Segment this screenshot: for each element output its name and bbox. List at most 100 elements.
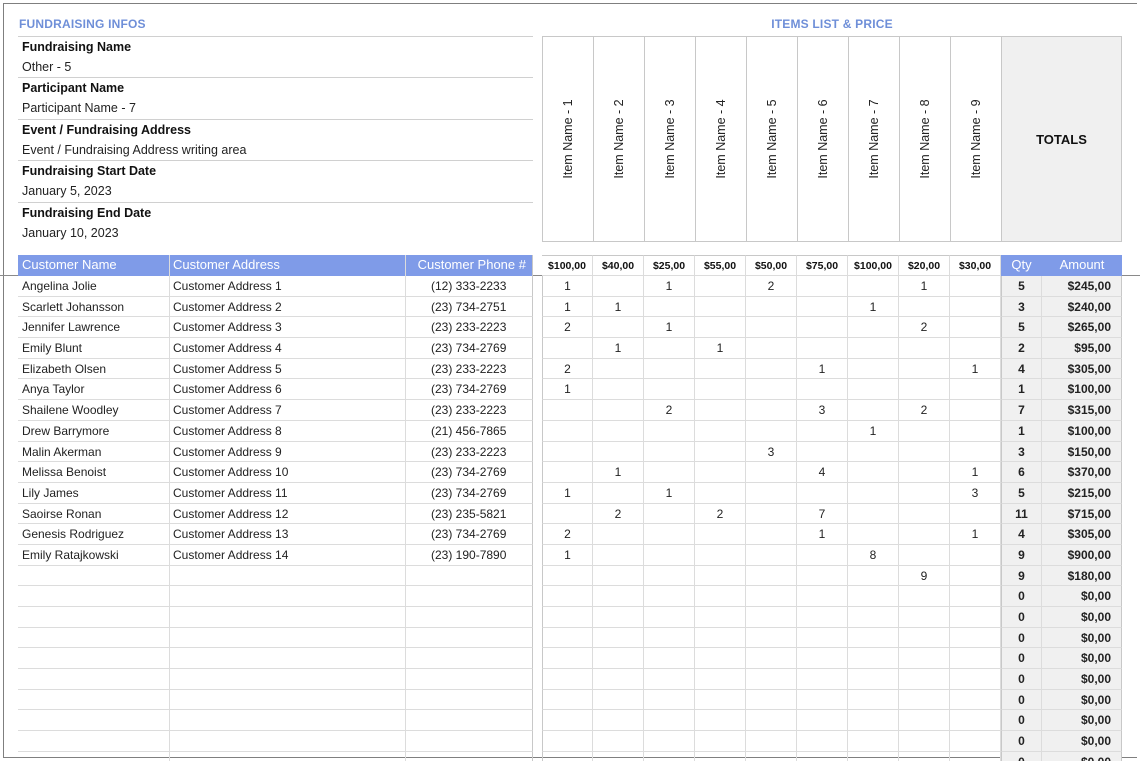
customer-phone-cell[interactable]: (23) 734-2769 [406,462,533,483]
item-qty-cell[interactable] [797,544,848,566]
customer-phone-cell[interactable] [406,565,533,587]
customer-phone-cell[interactable] [406,669,533,690]
item-qty-cell[interactable]: 1 [593,338,644,359]
customer-phone-cell[interactable] [406,710,533,732]
item-qty-cell[interactable] [695,482,746,504]
item-qty-cell[interactable]: 1 [644,482,695,504]
item-qty-cell[interactable] [797,669,848,690]
customer-phone-cell[interactable]: (23) 233-2223 [406,358,533,380]
item-qty-cell[interactable] [746,296,797,318]
item-qty-cell[interactable] [899,669,950,690]
info-value[interactable]: Other - 5 [22,57,533,77]
item-qty-cell[interactable] [848,607,899,628]
customer-name-cell[interactable] [18,669,170,690]
item-qty-cell[interactable] [950,276,1001,297]
customer-name-cell[interactable]: Lily James [18,482,170,504]
item-qty-cell[interactable] [695,317,746,339]
item-qty-cell[interactable] [593,648,644,670]
customer-name-cell[interactable] [18,751,170,761]
item-qty-cell[interactable] [593,710,644,732]
customer-address-cell[interactable] [170,627,406,649]
customer-address-cell[interactable] [170,565,406,587]
item-qty-cell[interactable] [848,710,899,732]
item-qty-cell[interactable]: 3 [797,400,848,421]
customer-phone-cell[interactable]: (23) 734-2769 [406,379,533,401]
customer-address-cell[interactable]: Customer Address 8 [170,420,406,442]
item-qty-cell[interactable] [695,607,746,628]
customer-phone-cell[interactable]: (23) 734-2769 [406,524,533,545]
customer-name-cell[interactable]: Melissa Benoist [18,462,170,483]
item-qty-cell[interactable] [899,710,950,732]
item-qty-cell[interactable] [542,689,593,711]
customer-phone-cell[interactable] [406,689,533,711]
customer-address-cell[interactable] [170,669,406,690]
item-qty-cell[interactable] [848,689,899,711]
item-qty-cell[interactable] [848,751,899,761]
item-qty-cell[interactable] [695,276,746,297]
customer-phone-cell[interactable]: (23) 734-2751 [406,296,533,318]
item-qty-cell[interactable]: 1 [848,420,899,442]
item-qty-cell[interactable] [542,462,593,483]
customer-address-cell[interactable]: Customer Address 3 [170,317,406,339]
customer-name-cell[interactable] [18,731,170,752]
item-qty-cell[interactable] [899,627,950,649]
customer-address-cell[interactable]: Customer Address 12 [170,503,406,525]
item-qty-cell[interactable] [593,379,644,401]
item-qty-cell[interactable] [950,420,1001,442]
item-qty-cell[interactable] [950,669,1001,690]
customer-address-cell[interactable]: Customer Address 6 [170,379,406,401]
item-qty-cell[interactable] [848,379,899,401]
item-qty-cell[interactable] [746,358,797,380]
item-qty-cell[interactable] [695,524,746,545]
item-qty-cell[interactable] [797,731,848,752]
item-qty-cell[interactable] [542,338,593,359]
info-value[interactable]: January 10, 2023 [22,223,533,243]
item-qty-cell[interactable] [644,669,695,690]
customer-name-cell[interactable]: Scarlett Johansson [18,296,170,318]
info-value[interactable]: January 5, 2023 [22,181,533,201]
item-qty-cell[interactable] [593,400,644,421]
item-qty-cell[interactable] [950,565,1001,587]
item-qty-cell[interactable] [950,338,1001,359]
item-qty-cell[interactable] [695,420,746,442]
item-qty-cell[interactable]: 8 [848,544,899,566]
item-qty-cell[interactable] [542,648,593,670]
item-qty-cell[interactable] [746,565,797,587]
item-qty-cell[interactable] [593,731,644,752]
item-qty-cell[interactable] [950,441,1001,463]
item-qty-cell[interactable]: 4 [797,462,848,483]
customer-name-cell[interactable] [18,565,170,587]
item-qty-cell[interactable] [695,669,746,690]
item-qty-cell[interactable] [950,627,1001,649]
customer-name-cell[interactable]: Elizabeth Olsen [18,358,170,380]
item-qty-cell[interactable]: 1 [848,296,899,318]
item-qty-cell[interactable] [542,751,593,761]
customer-address-cell[interactable]: Customer Address 13 [170,524,406,545]
item-qty-cell[interactable] [695,710,746,732]
item-qty-cell[interactable] [848,441,899,463]
customer-address-cell[interactable] [170,710,406,732]
item-qty-cell[interactable] [593,276,644,297]
item-qty-cell[interactable] [848,524,899,545]
item-qty-cell[interactable] [848,669,899,690]
item-qty-cell[interactable] [746,482,797,504]
item-qty-cell[interactable] [746,420,797,442]
item-qty-cell[interactable] [746,544,797,566]
customer-phone-cell[interactable] [406,648,533,670]
item-qty-cell[interactable]: 2 [542,317,593,339]
item-qty-cell[interactable] [644,420,695,442]
item-qty-cell[interactable] [797,296,848,318]
item-qty-cell[interactable] [542,607,593,628]
item-qty-cell[interactable]: 2 [899,317,950,339]
item-qty-cell[interactable] [695,689,746,711]
item-qty-cell[interactable] [644,441,695,463]
item-qty-cell[interactable] [695,586,746,607]
customer-phone-cell[interactable]: (23) 190-7890 [406,544,533,566]
item-qty-cell[interactable] [746,338,797,359]
customer-phone-cell[interactable] [406,627,533,649]
item-qty-cell[interactable] [746,400,797,421]
item-qty-cell[interactable] [848,338,899,359]
item-qty-cell[interactable]: 2 [746,276,797,297]
item-qty-cell[interactable] [950,379,1001,401]
item-qty-cell[interactable] [644,751,695,761]
